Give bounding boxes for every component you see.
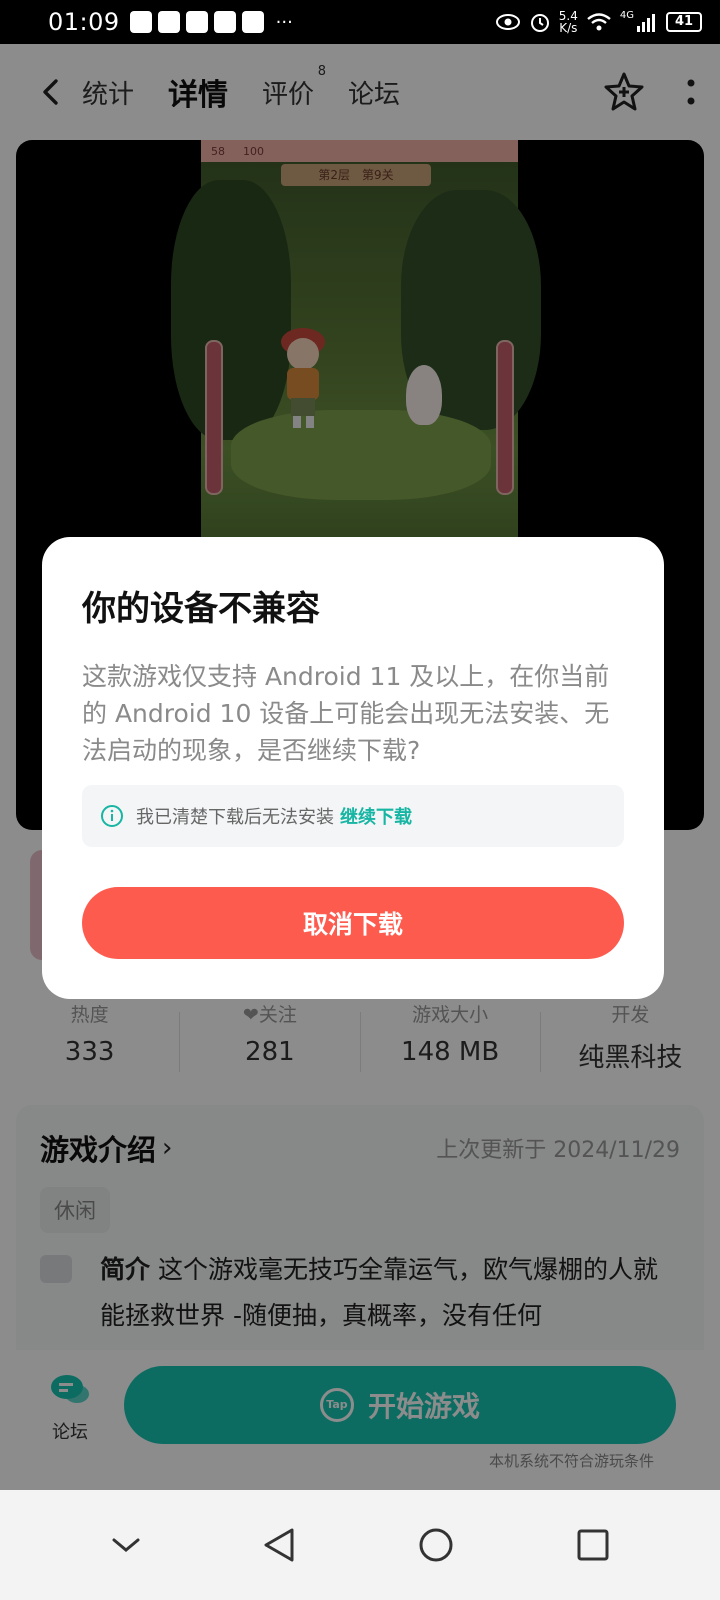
chevron-down-icon[interactable] <box>111 1535 141 1555</box>
nav-recents-icon[interactable] <box>576 1528 610 1562</box>
status-bar: 01:09 ··· 5.4 K/s 4G 41 <box>0 0 720 44</box>
alipay-notification-icon <box>213 11 236 33</box>
dialog-title: 你的设备不兼容 <box>82 589 320 629</box>
qq-notification-icon <box>241 11 264 33</box>
alarm-icon <box>530 14 549 32</box>
cancel-download-button[interactable]: 取消下载 <box>82 887 624 959</box>
status-time: 01:09 <box>48 8 120 36</box>
more-notifications-icon: ··· <box>275 11 293 33</box>
incompatible-device-dialog: 你的设备不兼容 这款游戏仅支持 Android 11 及以上，在你当前的 And… <box>42 537 664 999</box>
continue-download-link[interactable]: 继续下载 <box>340 803 412 829</box>
sim2-notification-icon <box>185 11 208 33</box>
sim-notification-icon <box>157 11 180 33</box>
wifi-icon <box>587 13 611 31</box>
notice-text: 我已清楚下载后无法安装 <box>136 807 334 828</box>
nav-back-icon[interactable] <box>262 1526 296 1564</box>
network-type: 4G <box>619 10 634 21</box>
battery-indicator: 41 <box>666 12 702 32</box>
nav-home-icon[interactable] <box>417 1526 455 1564</box>
eye-icon <box>495 14 520 30</box>
info-icon <box>101 805 123 827</box>
system-nav-bar <box>0 1490 720 1600</box>
notice-box: 我已清楚下载后无法安装 继续下载 <box>82 785 624 847</box>
app-notification-icon <box>129 11 152 33</box>
signal-icon <box>637 14 655 32</box>
notification-icons: ··· <box>129 11 293 33</box>
dialog-message: 这款游戏仅支持 Android 11 及以上，在你当前的 Android 10 … <box>82 662 610 765</box>
net-speed: 5.4 K/s <box>558 9 578 35</box>
